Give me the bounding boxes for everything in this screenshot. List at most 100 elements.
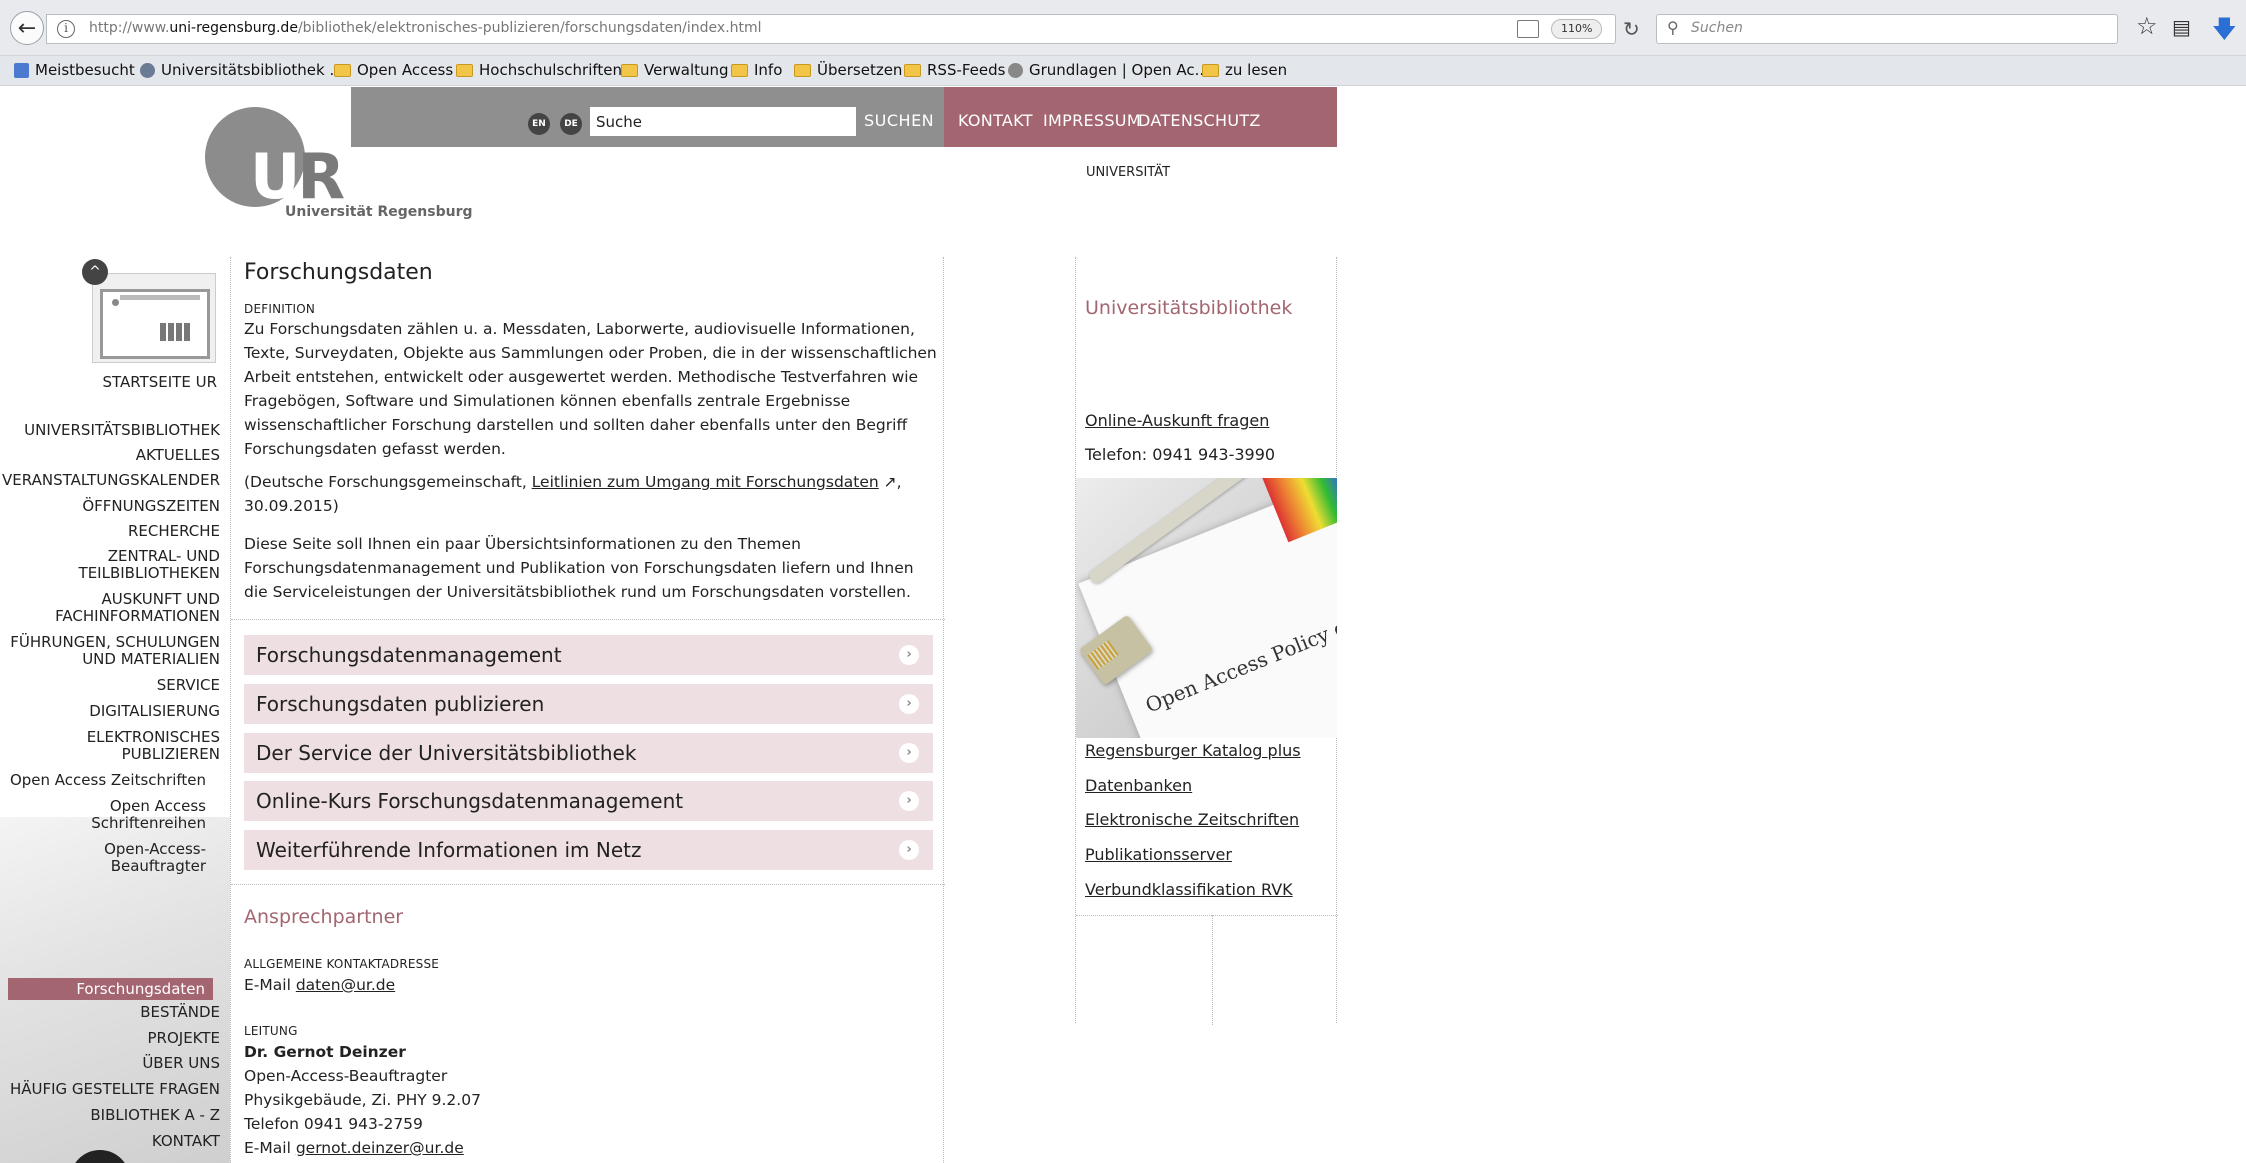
folder-icon xyxy=(456,63,473,77)
chevron-right-icon: › xyxy=(899,743,919,763)
folder-icon xyxy=(904,63,921,77)
site-search-button[interactable]: SUCHEN xyxy=(864,111,934,130)
definition-text: Zu Forschungsdaten zählen u. a. Messdate… xyxy=(244,320,937,458)
top-nav-links: KONTAKT IMPRESSUM DATENSCHUTZ xyxy=(944,87,1337,147)
bookmark-hochschulschriften[interactable]: Hochschulschriften xyxy=(456,61,622,79)
web-page: UR Universität Regensburg EN DE SUCHEN K… xyxy=(0,87,2246,1163)
bookmark-meistbesucht[interactable]: Meistbesucht xyxy=(14,61,135,79)
bookmark-verwaltung[interactable]: Verwaltung xyxy=(621,61,729,79)
sidebar-item-oeffnungszeiten[interactable]: ÖFFNUNGSZEITEN xyxy=(82,498,220,515)
folder-icon xyxy=(621,63,638,77)
url-text: http://www.uni-regensburg.de/bibliothek/… xyxy=(89,20,762,36)
nav-link-datenschutz[interactable]: DATENSCHUTZ xyxy=(1138,111,1261,130)
sidebar-item-bibliothek-a-z[interactable]: BIBLIOTHEK A - Z xyxy=(90,1107,220,1124)
sidebar-subitem-oa-schriftenreihen[interactable]: Open Access xyxy=(110,798,206,815)
link-datenbanken[interactable]: Datenbanken xyxy=(1085,776,1192,795)
link-rvk[interactable]: Verbundklassifikation RVK xyxy=(1085,880,1293,899)
accordion-forschungsdatenmanagement[interactable]: Forschungsdatenmanagement › xyxy=(244,635,933,675)
logo-caption: Universität Regensburg xyxy=(285,204,473,220)
sidebar-subitem-forschungsdaten[interactable]: Forschungsdaten xyxy=(8,978,213,1000)
nav-link-impressum[interactable]: IMPRESSUM xyxy=(1043,111,1141,130)
lang-de-button[interactable]: DE xyxy=(560,113,582,135)
contacts-heading: Ansprechpartner xyxy=(244,906,404,928)
browser-search-bar[interactable]: ⚲ Suchen xyxy=(1656,14,2118,44)
sidebar-subitem-oa-zeitschriften[interactable]: Open Access Zeitschriften xyxy=(10,772,206,789)
ub-phone: Telefon: 0941 943-3990 xyxy=(1085,445,1276,464)
download-icon[interactable]: 🡇 xyxy=(2212,12,2237,53)
sidebar-item-veranstaltungskalender[interactable]: VERANSTALTUNGSKALENDER xyxy=(2,472,220,489)
accordion-online-kurs[interactable]: Online-Kurs Forschungsdatenmanagement › xyxy=(244,781,933,821)
bookmark-uebersetzen[interactable]: Übersetzen xyxy=(794,61,902,79)
url-bar[interactable]: i http://www.uni-regensburg.de/bibliothe… xyxy=(46,14,1640,44)
sidebar-item-recherche[interactable]: RECHERCHE xyxy=(128,523,220,540)
sidebar-subitem-oa-beauftragter[interactable]: Open-Access- xyxy=(104,841,206,858)
sidebar-item-kontakt[interactable]: KONTAKT xyxy=(152,1133,220,1150)
folder-icon xyxy=(731,63,748,77)
back-button[interactable]: ← xyxy=(10,11,44,45)
sidebar-item-fuehrungen[interactable]: FÜHRUNGEN, SCHULUNGEN xyxy=(10,634,220,651)
sidebar-item-auskunft[interactable]: AUSKUNFT UND xyxy=(102,591,220,608)
bookmark-rss-feeds[interactable]: RSS-Feeds xyxy=(904,61,1005,79)
sidebar-item-digitalisierung[interactable]: DIGITALISIERUNG xyxy=(89,703,220,720)
lead-label: LEITUNG xyxy=(244,1024,298,1038)
sidebar-home-link[interactable]: STARTSEITE UR xyxy=(0,373,217,391)
sidebar-item-zentral[interactable]: ZENTRAL- UND xyxy=(108,548,220,565)
chevron-right-icon: › xyxy=(899,645,919,665)
general-email-link[interactable]: daten@ur.de xyxy=(296,976,395,994)
bookmark-open-access[interactable]: Open Access xyxy=(334,61,453,79)
accordion-weiterfuehrende-infos[interactable]: Weiterführende Informationen im Netz › xyxy=(244,830,933,870)
sidebar-item-ueber-uns[interactable]: ÜBER UNS xyxy=(142,1055,220,1072)
sidebar-item-service[interactable]: SERVICE xyxy=(157,677,220,694)
university-label[interactable]: UNIVERSITÄT xyxy=(1086,165,1170,180)
definition-label: DEFINITION xyxy=(244,302,316,316)
zoom-level-badge[interactable]: 110% xyxy=(1551,19,1603,39)
lang-en-button[interactable]: EN xyxy=(528,113,550,135)
sidebar-subitem-schriftenreihen[interactable]: Schriftenreihen xyxy=(91,815,206,832)
link-publikationsserver[interactable]: Publikationsserver xyxy=(1085,845,1232,864)
citation-link[interactable]: Leitlinien zum Umgang mit Forschungsdate… xyxy=(532,473,879,491)
bookmark-zu-lesen[interactable]: zu lesen xyxy=(1202,61,1287,79)
right-column-split xyxy=(1212,915,1213,1025)
accordion-forschungsdaten-publizieren[interactable]: Forschungsdaten publizieren › xyxy=(244,684,933,724)
section-divider xyxy=(231,884,945,885)
bookmark-star-icon[interactable]: ☆ xyxy=(2136,12,2158,40)
accordion-service-ub[interactable]: Der Service der Universitätsbibliothek › xyxy=(244,733,933,773)
lead-role: Open-Access-Beauftragter xyxy=(244,1067,448,1085)
search-icon: ⚲ xyxy=(1667,18,1679,37)
lead-email-line: E-Mail gernot.deinzer@ur.de xyxy=(244,1139,464,1157)
main-content: Forschungsdaten DEFINITION Zu Forschungs… xyxy=(230,257,945,1163)
sidebar-subitem-beauftragter[interactable]: Beauftragter xyxy=(111,858,206,875)
bookmark-ub[interactable]: Universitätsbibliothek ... xyxy=(140,61,344,79)
info-icon[interactable]: i xyxy=(57,20,75,38)
reload-icon[interactable]: ↻ xyxy=(1623,17,1640,41)
home-widget[interactable]: ^ xyxy=(82,259,218,365)
bookmark-grundlagen[interactable]: Grundlagen | Open Ac... xyxy=(1008,61,1209,79)
reader-view-icon[interactable] xyxy=(1517,20,1539,38)
sidebar-item-fachinformationen[interactable]: FACHINFORMATIONEN xyxy=(55,608,220,625)
most-visited-icon xyxy=(14,62,29,78)
sidebar-item-elektronisches[interactable]: ELEKTRONISCHES xyxy=(87,729,220,746)
scroll-up-icon[interactable]: ^ xyxy=(82,259,108,285)
lead-email-link[interactable]: gernot.deinzer@ur.de xyxy=(296,1139,464,1157)
sidebar-item-aktuelles[interactable]: AKTUELLES xyxy=(136,447,220,464)
lead-phone: Telefon 0941 943-2759 xyxy=(244,1115,423,1133)
site-search-input[interactable] xyxy=(590,107,856,136)
sidebar-item-ub[interactable]: UNIVERSITÄTSBIBLIOTHEK xyxy=(24,422,220,439)
browser-search-placeholder: Suchen xyxy=(1691,20,1743,36)
link-elektronische-zeitschriften[interactable]: Elektronische Zeitschriften xyxy=(1085,810,1299,829)
open-access-policy-photo: Open Access Policy der Univ xyxy=(1076,478,1337,738)
general-contact-label: ALLGEMEINE KONTAKTADRESSE xyxy=(244,957,440,971)
bookmarks-list-icon[interactable]: ▤ xyxy=(2172,15,2191,39)
sidebar-item-materialien[interactable]: UND MATERIALIEN xyxy=(82,651,220,668)
bookmark-info[interactable]: Info xyxy=(731,61,782,79)
sidebar-item-publizieren[interactable]: PUBLIZIEREN xyxy=(122,746,220,763)
link-regensburger-katalog[interactable]: Regensburger Katalog plus xyxy=(1085,741,1301,760)
nav-link-kontakt[interactable]: KONTAKT xyxy=(958,111,1033,130)
sidebar-item-faq[interactable]: HÄUFIG GESTELLTE FRAGEN xyxy=(10,1081,220,1098)
sidebar-item-bestaende[interactable]: BESTÄNDE xyxy=(140,1004,220,1021)
sidebar-item-teilbibliotheken[interactable]: TEILBIBLIOTHEKEN xyxy=(79,565,220,582)
online-auskunft-link[interactable]: Online-Auskunft fragen xyxy=(1085,411,1269,430)
sidebar-item-projekte[interactable]: PROJEKTE xyxy=(148,1030,221,1047)
chevron-right-icon: › xyxy=(899,840,919,860)
folder-icon xyxy=(334,63,351,77)
